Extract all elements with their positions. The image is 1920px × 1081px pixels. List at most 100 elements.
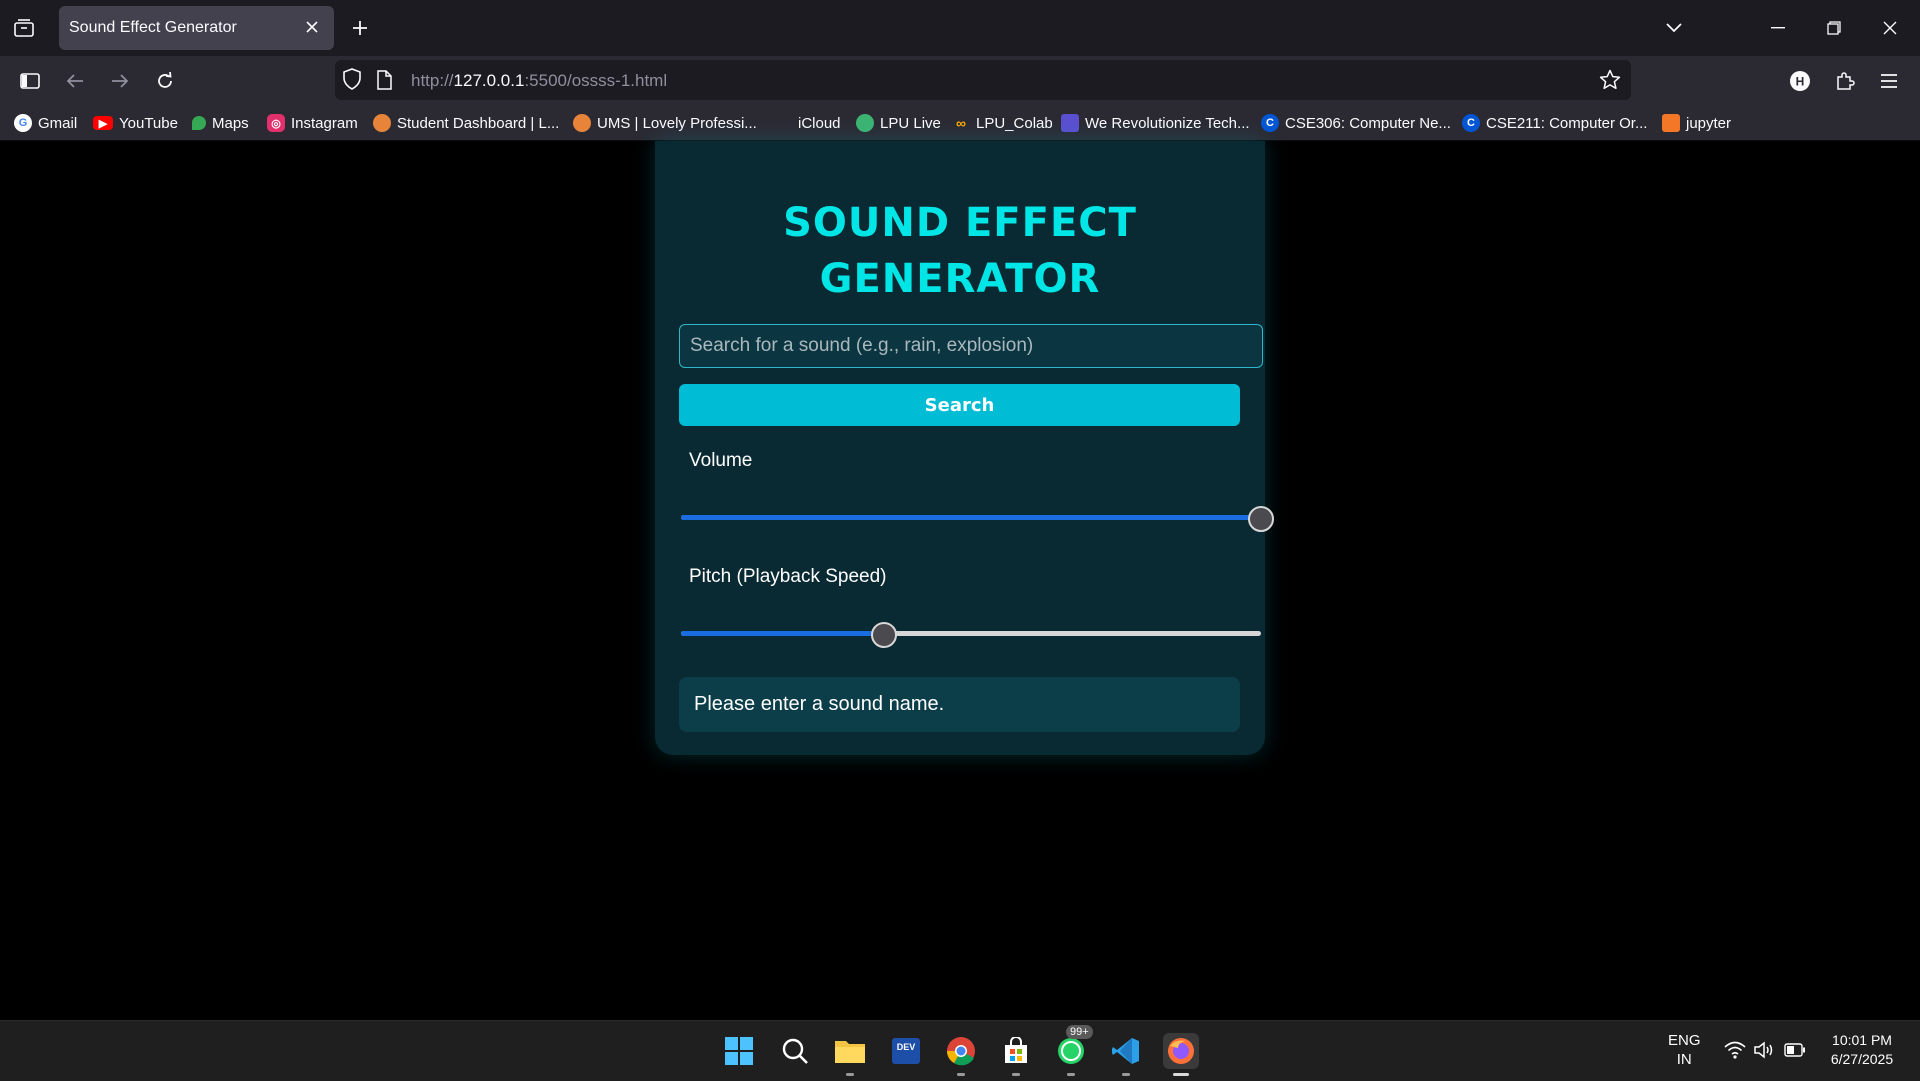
navigation-bar: http://127.0.0.1:5500/ossss-1.html H bbox=[0, 56, 1920, 106]
chrome-icon[interactable] bbox=[943, 1033, 979, 1076]
volume-slider-thumb[interactable] bbox=[1248, 506, 1274, 532]
windows-start-icon[interactable] bbox=[721, 1033, 757, 1069]
page-info-icon[interactable] bbox=[376, 70, 392, 95]
battery-icon[interactable] bbox=[1784, 1043, 1806, 1062]
windows-taskbar: DEV 99+ ENG IN 10:01 PM 6/27/2025 bbox=[0, 1020, 1920, 1081]
running-indicator bbox=[1012, 1073, 1020, 1076]
sound-generator-card: SOUND EFFECT GENERATOR Search Volume Pit… bbox=[655, 141, 1274, 755]
bookmark-label: YouTube bbox=[119, 114, 178, 132]
running-indicator bbox=[957, 1073, 965, 1076]
reload-icon[interactable] bbox=[152, 68, 178, 94]
language-code: ENG bbox=[1668, 1032, 1701, 1049]
bookmark-label: We Revolutionize Tech... bbox=[1085, 114, 1250, 132]
bookmarks-bar: G Gmail ▶ YouTube Maps ◎ Instagram Stude… bbox=[0, 106, 1920, 141]
bookmark-ums[interactable]: UMS | Lovely Professi... bbox=[573, 112, 757, 134]
account-icon[interactable]: H bbox=[1787, 68, 1813, 94]
extensions-icon[interactable] bbox=[1832, 68, 1858, 94]
sidebar-icon[interactable] bbox=[17, 68, 43, 94]
bookmark-cse306[interactable]: C CSE306: Computer Ne... bbox=[1261, 112, 1451, 134]
bookmark-label: Maps bbox=[212, 114, 249, 132]
shield-icon[interactable] bbox=[342, 68, 362, 95]
bookmark-label: LPU_Colab bbox=[976, 114, 1053, 132]
language-indicator[interactable]: ENG IN bbox=[1668, 1031, 1701, 1069]
bookmark-gmail[interactable]: G Gmail bbox=[14, 112, 77, 134]
url-path: :5500/ossss-1.html bbox=[524, 71, 668, 90]
bookmark-label: CSE306: Computer Ne... bbox=[1285, 114, 1451, 132]
new-tab-icon[interactable] bbox=[348, 16, 372, 40]
close-tab-icon[interactable] bbox=[302, 17, 322, 37]
bookmark-maps[interactable]: Maps bbox=[192, 112, 249, 134]
pitch-slider-thumb[interactable] bbox=[871, 622, 897, 648]
bookmark-icloud[interactable]: iCloud bbox=[774, 112, 841, 134]
back-icon[interactable] bbox=[62, 68, 88, 94]
bookmark-student-dashboard[interactable]: Student Dashboard | L... bbox=[373, 112, 559, 134]
minimize-icon[interactable] bbox=[1766, 16, 1790, 40]
running-indicator bbox=[1122, 1073, 1130, 1076]
bookmark-lpu-live[interactable]: LPU Live bbox=[856, 112, 941, 134]
address-bar[interactable]: http://127.0.0.1:5500/ossss-1.html bbox=[335, 60, 1631, 100]
url-host: 127.0.0.1 bbox=[453, 71, 525, 90]
clock[interactable]: 10:01 PM 6/27/2025 bbox=[1818, 1031, 1906, 1069]
file-explorer-icon[interactable] bbox=[832, 1033, 868, 1076]
bookmark-label: UMS | Lovely Professi... bbox=[597, 114, 757, 132]
forward-icon[interactable] bbox=[107, 68, 133, 94]
volume-slider-fill bbox=[681, 515, 1261, 520]
page-viewport: SOUND EFFECT GENERATOR Search Volume Pit… bbox=[0, 141, 1920, 1021]
close-window-icon[interactable] bbox=[1878, 16, 1902, 40]
vscode-icon[interactable] bbox=[1108, 1033, 1144, 1076]
svg-text:H: H bbox=[1796, 75, 1805, 89]
jupyter-icon bbox=[1662, 114, 1680, 132]
bookmark-site-icon bbox=[1061, 114, 1079, 132]
restore-icon[interactable] bbox=[1822, 16, 1846, 40]
bookmark-youtube[interactable]: ▶ YouTube bbox=[93, 112, 178, 134]
bookmark-jupyter[interactable]: jupyter bbox=[1662, 112, 1731, 134]
coursera-icon: C bbox=[1261, 114, 1279, 132]
tab-list-icon[interactable] bbox=[12, 16, 36, 40]
active-indicator bbox=[1173, 1073, 1189, 1076]
firefox-icon[interactable] bbox=[1163, 1033, 1199, 1076]
svg-text:DEV: DEV bbox=[897, 1042, 916, 1052]
clock-time: 10:01 PM bbox=[1832, 1032, 1892, 1048]
coursera-icon: C bbox=[1462, 114, 1480, 132]
microsoft-store-icon[interactable] bbox=[998, 1033, 1034, 1076]
bookmark-label: CSE211: Computer Or... bbox=[1486, 114, 1648, 132]
maps-icon bbox=[192, 116, 206, 130]
status-message: Please enter a sound name. bbox=[694, 693, 945, 715]
bookmark-we-revolutionize[interactable]: We Revolutionize Tech... bbox=[1061, 112, 1250, 134]
lpu-icon bbox=[373, 114, 391, 132]
region-code: IN bbox=[1676, 1051, 1692, 1068]
title-line-1: SOUND EFFECT bbox=[783, 200, 1137, 246]
menu-icon[interactable] bbox=[1876, 68, 1902, 94]
dev-home-icon[interactable]: DEV bbox=[888, 1033, 924, 1069]
instagram-icon: ◎ bbox=[267, 114, 285, 132]
bookmark-star-icon[interactable] bbox=[1599, 69, 1621, 96]
active-tab[interactable]: Sound Effect Generator bbox=[59, 6, 334, 50]
volume-slider[interactable] bbox=[681, 506, 1274, 532]
whatsapp-icon[interactable]: 99+ bbox=[1053, 1025, 1093, 1076]
pitch-label: Pitch (Playback Speed) bbox=[689, 566, 887, 587]
bookmark-cse211[interactable]: C CSE211: Computer Or... bbox=[1462, 112, 1647, 134]
youtube-icon: ▶ bbox=[93, 116, 113, 130]
page-title: SOUND EFFECT GENERATOR bbox=[655, 195, 1265, 307]
notification-badge: 99+ bbox=[1066, 1025, 1093, 1039]
search-icon[interactable] bbox=[777, 1033, 813, 1069]
list-all-tabs-icon[interactable] bbox=[1662, 16, 1686, 40]
bookmark-lpu-colab[interactable]: ∞ LPU_Colab bbox=[952, 112, 1053, 134]
bookmark-label: LPU Live bbox=[880, 114, 941, 132]
search-input[interactable] bbox=[679, 324, 1263, 368]
search-button[interactable]: Search bbox=[679, 384, 1240, 426]
lpu-live-icon bbox=[856, 114, 874, 132]
bookmark-label: Gmail bbox=[38, 114, 78, 132]
bookmark-instagram[interactable]: ◎ Instagram bbox=[267, 112, 358, 134]
url-text[interactable]: http://127.0.0.1:5500/ossss-1.html bbox=[411, 71, 667, 91]
pitch-slider-fill bbox=[681, 631, 884, 636]
status-box: Please enter a sound name. bbox=[679, 677, 1240, 732]
tab-title: Sound Effect Generator bbox=[69, 19, 237, 36]
clock-date: 6/27/2025 bbox=[1830, 1051, 1894, 1067]
apple-icon bbox=[774, 114, 792, 132]
pitch-slider[interactable] bbox=[681, 622, 1261, 648]
bookmark-label: Instagram bbox=[291, 114, 358, 132]
volume-icon[interactable] bbox=[1753, 1041, 1775, 1064]
wifi-icon[interactable] bbox=[1724, 1041, 1746, 1064]
running-indicator bbox=[846, 1073, 854, 1076]
